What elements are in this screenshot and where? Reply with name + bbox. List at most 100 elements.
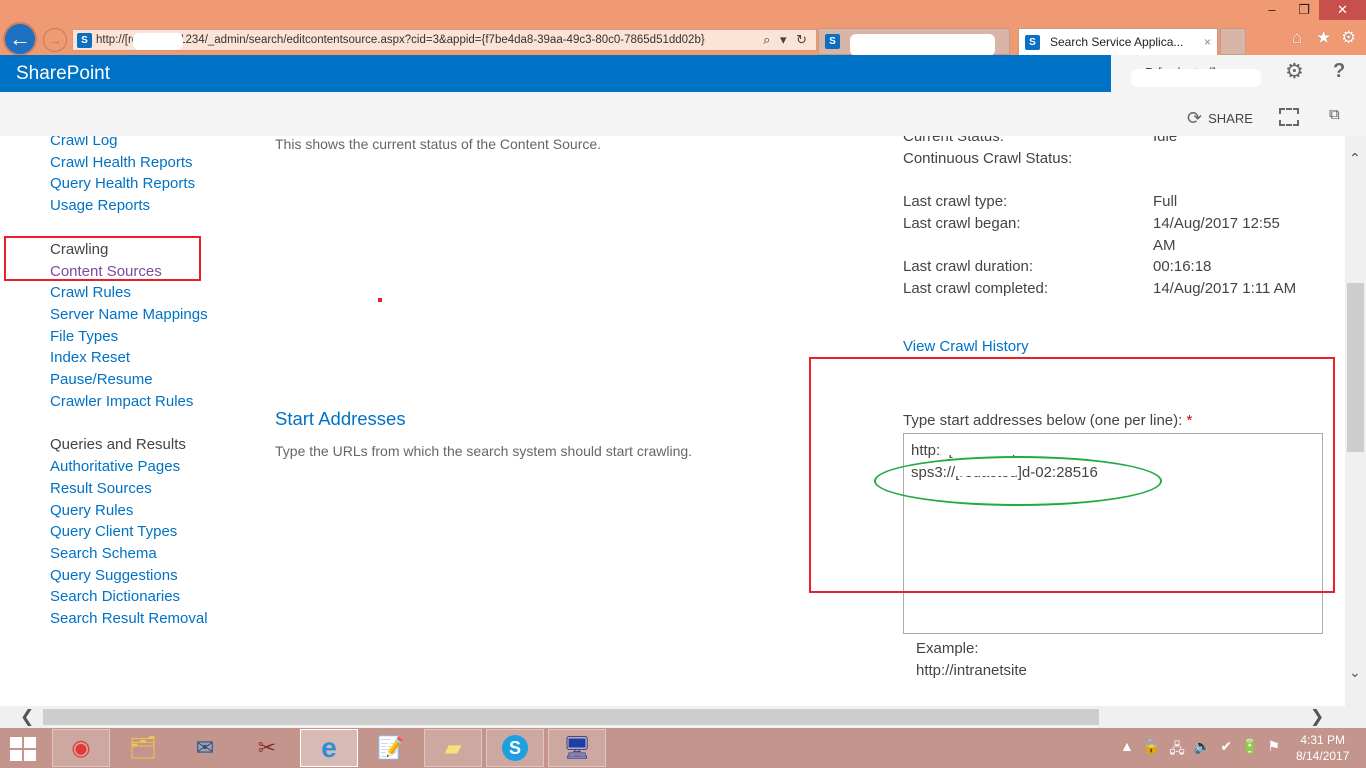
status-value: 14/Aug/2017 12:55 AM xyxy=(1153,214,1280,254)
outlook-icon: ✉ xyxy=(195,735,215,760)
action-center-flag-icon[interactable]: ⚑ xyxy=(1268,738,1281,762)
taskbar-outlook[interactable]: ✉ xyxy=(176,729,234,767)
nav-link-authoritative-pages[interactable]: Authoritative Pages xyxy=(50,456,260,478)
nav-link-search-dictionaries[interactable]: Search Dictionaries xyxy=(50,586,260,608)
taskbar-file-explorer[interactable]: 🗂 xyxy=(114,729,172,767)
sharepoint-favicon-icon: S xyxy=(825,34,840,49)
battery-icon[interactable]: 🔋 xyxy=(1241,738,1258,762)
sharepoint-favicon-icon: S xyxy=(1025,34,1040,50)
horizontal-scrollbar[interactable]: ❮ ❯ xyxy=(0,706,1366,728)
nav-link-crawl-health-reports[interactable]: Crawl Health Reports xyxy=(50,152,260,174)
start-addresses-heading: Start Addresses xyxy=(275,408,406,429)
settings-gear-icon[interactable]: ⚙ xyxy=(1341,28,1356,48)
sync-icon[interactable]: ⧉ xyxy=(1329,106,1349,126)
nav-link-search-schema[interactable]: Search Schema xyxy=(50,543,260,565)
vertical-scrollbar[interactable]: ⌃ ⌄ xyxy=(1345,136,1366,706)
sticky-notes-icon: ▰ xyxy=(444,735,462,760)
nav-link-crawler-impact-rules[interactable]: Crawler Impact Rules xyxy=(50,391,260,413)
status-value: Full xyxy=(1153,193,1178,211)
checkmark-app-icon[interactable]: ✔ xyxy=(1220,738,1232,762)
nav-link-query-rules[interactable]: Query Rules xyxy=(50,500,260,522)
status-row: Last crawl began: 14/Aug/2017 12:55 AM xyxy=(903,213,1323,256)
windows-logo-tile xyxy=(24,750,36,761)
network-icon[interactable]: 🖧 xyxy=(1169,738,1185,762)
taskbar-clock[interactable]: 4:31 PM 8/14/2017 xyxy=(1296,732,1349,764)
annotation-red-dot xyxy=(378,298,382,302)
favorites-star-icon[interactable]: ★ xyxy=(1316,28,1331,48)
notepad-icon: 📝 xyxy=(377,735,405,760)
crawl-status-table: Current Status: Idle Continuous Crawl St… xyxy=(903,136,1323,300)
taskbar-sticky-notes[interactable]: ▰ xyxy=(424,729,482,767)
taskbar-chrome[interactable]: ◉ xyxy=(52,729,110,767)
url-text[interactable]: http://[redacted]:1234/_admin/search/edi… xyxy=(96,34,763,46)
taskbar-snipping-tool[interactable]: ✂ xyxy=(238,729,296,767)
nav-link-search-result-removal[interactable]: Search Result Removal xyxy=(50,608,260,630)
annotation-green-oval xyxy=(874,456,1162,506)
status-label: Current Status: xyxy=(903,136,1004,145)
home-icon[interactable]: ⌂ xyxy=(1292,28,1302,48)
annotation-red-box xyxy=(4,236,201,281)
scroll-up-icon[interactable]: ⌃ xyxy=(1349,150,1361,167)
nav-link-crawl-log[interactable]: Crawl Log xyxy=(50,136,260,152)
clock-time: 4:31 PM xyxy=(1300,733,1346,747)
help-icon[interactable]: ? xyxy=(1333,60,1345,83)
nav-heading-queries-and-results: Queries and Results xyxy=(50,436,186,454)
settings-gear-icon[interactable]: ⚙ xyxy=(1285,59,1304,84)
back-button[interactable]: ← xyxy=(3,22,37,56)
show-hidden-icons-icon[interactable]: ▲ xyxy=(1120,738,1134,762)
status-value: Idle xyxy=(1153,136,1178,145)
address-bar-tools[interactable]: ⌕ ▾ ↻ xyxy=(763,32,816,48)
suite-bar: SharePoint Pr[redacted] ⚙ ? xyxy=(0,55,1366,92)
nav-link-pause-resume[interactable]: Pause/Resume xyxy=(50,369,260,391)
view-crawl-history-link[interactable]: View Crawl History xyxy=(903,338,1029,355)
nav-link-usage-reports[interactable]: Usage Reports xyxy=(50,195,260,217)
internet-explorer-icon: e xyxy=(321,732,337,763)
suite-bar-user-area: Pr[redacted] ⚙ ? xyxy=(1111,55,1366,92)
horizontal-scroll-thumb[interactable] xyxy=(43,709,1099,725)
minimize-button[interactable]: – xyxy=(1256,0,1288,20)
file-explorer-icon: 🗂 xyxy=(129,735,157,760)
windows-logo-tile xyxy=(10,750,22,761)
nav-link-crawl-rules[interactable]: Crawl Rules xyxy=(50,282,260,304)
vertical-scroll-thumb[interactable] xyxy=(1347,283,1364,452)
close-tab-icon[interactable]: × xyxy=(1204,35,1211,49)
nav-link-query-health-reports[interactable]: Query Health Reports xyxy=(50,173,260,195)
status-spacer xyxy=(903,169,1323,191)
taskbar-remote-desktop[interactable]: 🖥 xyxy=(548,729,606,767)
nav-link-file-types[interactable]: File Types xyxy=(50,326,260,348)
forward-button[interactable]: → xyxy=(43,28,67,52)
status-value: 14/Aug/2017 1:11 AM xyxy=(1153,279,1297,297)
arrow-right-icon: → xyxy=(48,32,62,48)
nav-link-query-suggestions[interactable]: Query Suggestions xyxy=(50,565,260,587)
scroll-right-icon[interactable]: ❯ xyxy=(1310,707,1324,727)
scroll-down-icon[interactable]: ⌄ xyxy=(1349,664,1361,681)
nav-link-index-reset[interactable]: Index Reset xyxy=(50,347,260,369)
taskbar-internet-explorer[interactable]: e xyxy=(300,729,358,767)
close-window-button[interactable]: ✕ xyxy=(1319,0,1366,20)
skype-icon: S xyxy=(502,735,528,761)
status-label: Last crawl began: xyxy=(903,214,1021,232)
sharepoint-favicon-icon: S xyxy=(77,32,92,48)
browser-tab-active[interactable]: S Search Service Applica... × xyxy=(1018,28,1218,55)
redaction-mark xyxy=(850,34,995,56)
windows-start-button[interactable] xyxy=(10,737,38,761)
lock-icon[interactable]: 🔒 xyxy=(1143,738,1160,762)
volume-icon[interactable]: 🔈 xyxy=(1194,738,1211,762)
nav-link-result-sources[interactable]: Result Sources xyxy=(50,478,260,500)
sharepoint-brand[interactable]: SharePoint xyxy=(16,63,110,85)
scroll-left-icon[interactable]: ❮ xyxy=(20,707,34,727)
share-button[interactable]: ⟳ SHARE xyxy=(1187,109,1253,127)
status-label: Last crawl duration: xyxy=(903,258,1034,276)
address-bar[interactable]: S http://[redacted]:1234/_admin/search/e… xyxy=(72,29,817,51)
taskbar-skype[interactable]: S xyxy=(486,729,544,767)
windows-logo-tile xyxy=(10,737,22,748)
maximize-button[interactable]: ❐ xyxy=(1288,0,1320,20)
nav-link-server-name-mappings[interactable]: Server Name Mappings xyxy=(50,304,260,326)
focus-on-content-icon[interactable] xyxy=(1279,108,1299,126)
status-row: Current Status: Idle xyxy=(903,136,1323,148)
new-tab-button[interactable] xyxy=(1220,28,1246,55)
browser-chrome: – ❐ ✕ ← → S http://[redacted]:1234/_admi… xyxy=(0,0,1366,56)
taskbar-notepad[interactable]: 📝 xyxy=(362,729,420,767)
nav-link-query-client-types[interactable]: Query Client Types xyxy=(50,521,260,543)
